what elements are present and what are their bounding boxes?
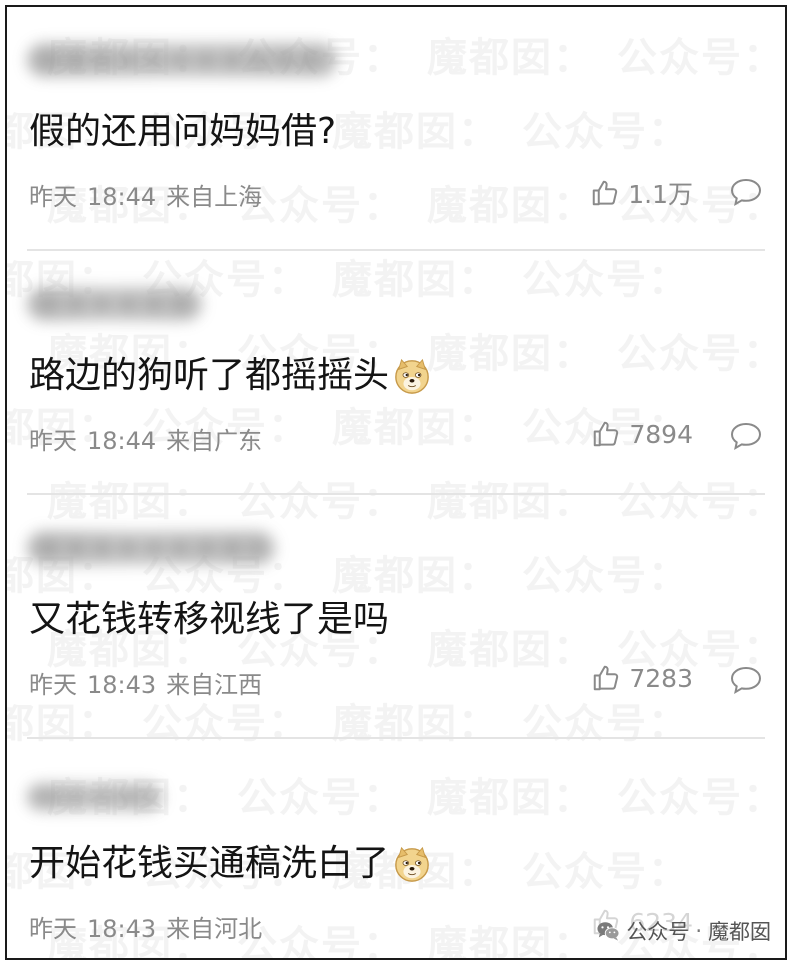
like-button[interactable]: 7894 (591, 419, 693, 449)
comment-item: 假的还用问妈妈借? 昨天 18:44 来自上海 1.1万 (7, 7, 785, 251)
comment-date: 昨天 (29, 915, 77, 943)
username-blurred (27, 287, 202, 321)
doge-emoji (395, 846, 429, 882)
like-button[interactable]: 1.1万 (590, 175, 693, 211)
reply-icon[interactable] (729, 177, 763, 207)
comment-item: 又花钱转移视线了是吗 昨天 18:43 来自江西 7283 (7, 495, 785, 739)
comment-location: 来自河北 (166, 915, 263, 943)
comment-item: 路边的狗听了都摇摇头 昨天 18:44 来自广东 7894 (7, 251, 785, 495)
comment-date: 昨天 (29, 671, 77, 699)
account-prefix: 公众号 (626, 920, 690, 944)
username-blurred (27, 783, 162, 811)
comment-text: 假的还用问妈妈借? (29, 111, 337, 152)
account-watermark: 公众号 · 魔都囡 (596, 916, 771, 946)
comment-location: 来自江西 (166, 671, 263, 699)
thumbs-up-icon (594, 421, 619, 447)
username-blurred (27, 43, 337, 77)
comment-text: 开始花钱买通稿洗白了 (29, 839, 431, 889)
comment-date: 昨天 (29, 427, 77, 455)
username-blurred (27, 531, 275, 565)
wechat-icon (597, 922, 620, 941)
comment-meta: 昨天 18:43 来自江西 (29, 665, 262, 700)
comment-meta: 昨天 18:44 来自上海 (29, 177, 262, 212)
comment-meta: 昨天 18:43 来自河北 (29, 909, 262, 944)
reply-icon[interactable] (729, 421, 763, 451)
comment-time: 18:44 (87, 183, 157, 211)
comment-text: 又花钱转移视线了是吗 (29, 599, 390, 640)
doge-emoji (395, 358, 429, 394)
comment-text: 路边的狗听了都摇摇头 (29, 351, 431, 401)
like-count: 7894 (629, 419, 693, 449)
like-button[interactable]: 7283 (591, 663, 693, 693)
comment-location: 来自上海 (166, 183, 263, 211)
comment-time: 18:43 (87, 671, 157, 699)
comments-screenshot: 魔都囡：公众号：魔都囡：公众号：魔都囡：公众号：魔都囡：公众号：魔都囡：公众号：… (5, 5, 787, 960)
comment-location: 来自广东 (166, 427, 263, 455)
account-name: 魔都囡 (708, 920, 771, 944)
comment-date: 昨天 (29, 183, 77, 211)
like-count: 7283 (629, 663, 693, 693)
comment-meta: 昨天 18:44 来自广东 (29, 421, 262, 456)
separator: · (695, 919, 702, 943)
comment-time: 18:43 (87, 915, 157, 943)
like-count: 1.1万 (628, 180, 693, 209)
thumbs-up-icon (592, 180, 618, 206)
reply-icon[interactable] (729, 665, 763, 695)
comment-time: 18:44 (87, 427, 157, 455)
thumbs-up-icon (594, 665, 619, 691)
